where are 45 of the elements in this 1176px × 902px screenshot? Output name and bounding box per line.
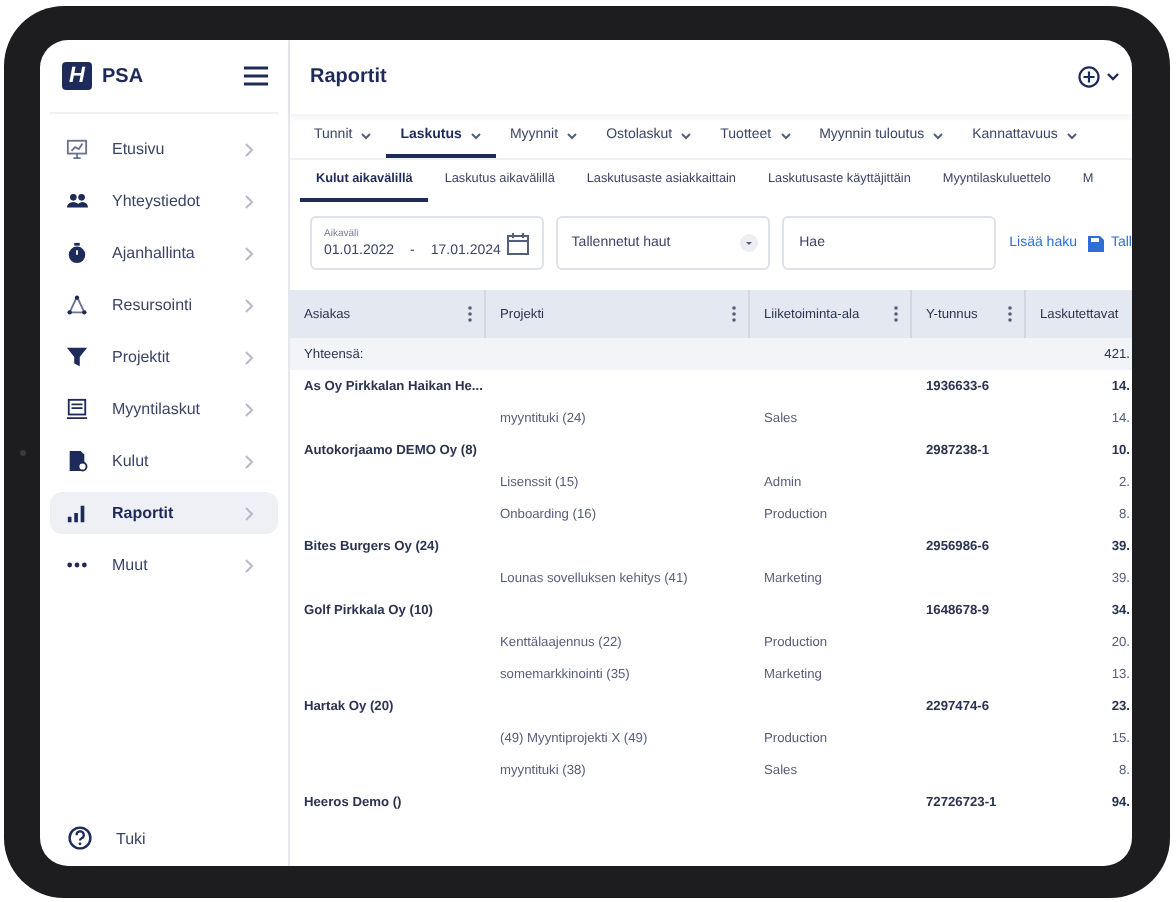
nav-item[interactable]: Muut [50,544,278,586]
nav-item[interactable]: Myyntilaskut [50,388,278,430]
add-menu-button[interactable] [1078,66,1120,88]
chevron-icon [244,557,254,573]
menu-icon[interactable] [244,66,268,86]
nav-item[interactable]: Projektit [50,336,278,378]
nav-item[interactable]: Kulut [50,440,278,482]
nav-item[interactable]: Ajanhallinta [50,232,278,274]
caret-icon [1106,72,1120,82]
receipt-icon [66,450,88,472]
nav-item[interactable]: Etusivu [50,128,278,170]
nav-item[interactable]: Yhteystiedot [50,180,278,222]
help-icon [68,826,92,850]
caret-icon [469,131,482,139]
page-title: Raportit [310,66,389,88]
chevron-icon [244,193,254,209]
people-icon [66,190,88,212]
monitor-icon [66,138,88,160]
caret-icon [680,131,693,139]
help-link[interactable]: Tuki [50,826,278,850]
calendar-icon [505,231,530,255]
chevron-icon [244,453,254,469]
nodes-icon [66,294,88,316]
caret-icon [360,131,373,139]
caret-icon [932,131,945,139]
chevron-icon [244,349,254,365]
chevron-icon [244,505,254,521]
chevron-icon [244,245,254,261]
brand-name: PSA [102,65,146,87]
plus-circle-icon [1078,66,1100,88]
nav-item[interactable]: Raportit [50,492,278,534]
nav-item[interactable]: Resursointi [50,284,278,326]
chevron-icon [244,297,254,313]
caret-icon [779,131,792,139]
funnel-icon [66,346,88,368]
caret-icon [1065,131,1078,139]
stopwatch-icon [66,242,88,264]
chevron-icon [244,401,254,417]
caret-icon [566,131,579,139]
caret-icon [739,234,758,252]
save-icon [1088,235,1105,251]
bar-chart-icon [66,502,88,524]
chevron-icon [244,141,254,157]
document-icon [66,398,88,420]
logo-mark: H [62,62,92,90]
